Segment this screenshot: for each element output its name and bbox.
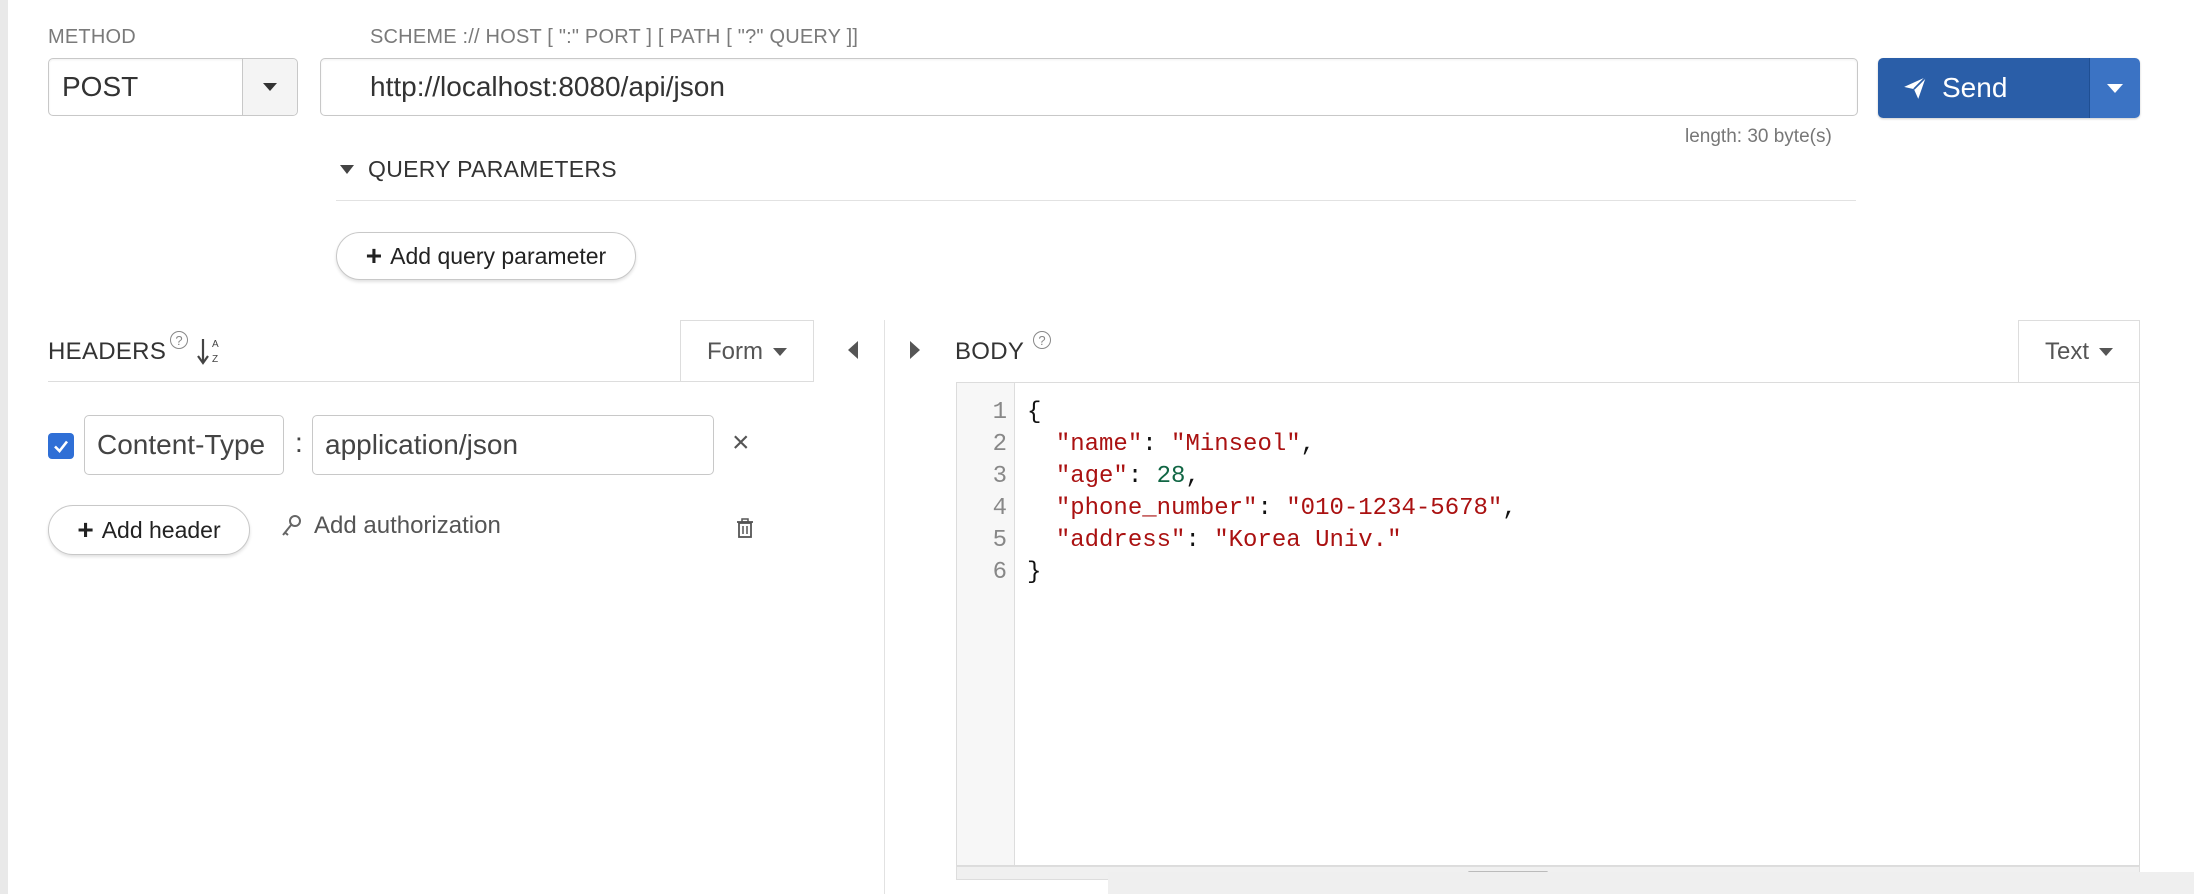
- query-parameters-title: QUERY PARAMETERS: [368, 156, 617, 182]
- json-key: "phone_number": [1055, 495, 1258, 522]
- url-input[interactable]: http://localhost:8080/api/json: [320, 58, 1858, 116]
- add-query-parameter-button[interactable]: + Add query parameter: [336, 232, 636, 280]
- panel-divider[interactable]: [884, 320, 885, 894]
- sort-alpha-icon[interactable]: A Z: [197, 336, 223, 366]
- json-number-value: 28: [1156, 463, 1186, 490]
- headers-mode-dropdown[interactable]: Form: [680, 320, 814, 382]
- json-key: "age": [1055, 463, 1128, 490]
- json-string-value: "Minseol": [1171, 431, 1301, 458]
- line-number: 6: [992, 559, 1007, 586]
- line-number: 2: [992, 431, 1007, 458]
- chevron-down-icon: [2099, 347, 2113, 356]
- line-number: 5: [992, 527, 1007, 554]
- paper-plane-icon: [1904, 76, 1927, 99]
- send-button[interactable]: Send: [1878, 58, 2090, 118]
- body-code-editor[interactable]: 1 { 2 "name": "Minseol", 3 "age": 28, 4 …: [956, 382, 2140, 866]
- json-key: "name": [1055, 431, 1143, 458]
- line-number: 3: [992, 463, 1007, 490]
- chevron-down-icon: [263, 83, 277, 91]
- code-line: 6 }: [957, 557, 2139, 589]
- headers-title: HEADERS: [48, 338, 167, 365]
- chevron-down-icon: [773, 347, 787, 356]
- body-mode-dropdown[interactable]: Text: [2018, 320, 2140, 382]
- help-icon[interactable]: ?: [170, 331, 188, 349]
- add-query-parameter-label: Add query parameter: [390, 242, 607, 269]
- plus-icon: +: [365, 240, 383, 271]
- code-text: }: [1027, 559, 1042, 586]
- body-mode-label: Text: [2044, 337, 2089, 365]
- chevron-down-icon: [2107, 83, 2124, 93]
- code-line: 5 "address": "Korea Univ.": [957, 525, 2139, 557]
- svg-text:A: A: [212, 339, 219, 350]
- plus-icon: +: [77, 514, 94, 545]
- key-icon: [282, 515, 301, 536]
- bottom-panel-edge: [1108, 872, 2194, 894]
- line-number: 1: [992, 399, 1007, 426]
- code-line: 4 "phone_number": "010-1234-5678",: [957, 493, 2139, 525]
- json-key: "address": [1055, 527, 1186, 554]
- code-line: 1 {: [957, 397, 2139, 429]
- json-string-value: "Korea Univ.": [1214, 527, 1402, 554]
- send-label: Send: [1942, 72, 2008, 103]
- collapse-left-icon[interactable]: [848, 341, 858, 359]
- svg-text:Z: Z: [212, 354, 218, 365]
- json-string-value: "010-1234-5678": [1286, 495, 1503, 522]
- header-value-input[interactable]: application/json: [312, 415, 714, 475]
- add-authorization-label: Add authorization: [314, 512, 501, 539]
- expand-right-icon[interactable]: [910, 341, 920, 359]
- trash-icon[interactable]: [735, 517, 755, 539]
- query-parameters-toggle[interactable]: QUERY PARAMETERS: [340, 156, 617, 183]
- code-line: 2 "name": "Minseol",: [957, 429, 2139, 461]
- add-header-button[interactable]: + Add header: [48, 505, 250, 555]
- caret-down-icon: [340, 165, 354, 174]
- url-format-label: SCHEME :// HOST [ ":" PORT ] [ PATH [ "?…: [370, 26, 859, 48]
- check-icon: [54, 440, 69, 453]
- url-length: length: 30 byte(s): [1685, 126, 1832, 147]
- divider: [336, 200, 1856, 201]
- header-key-input[interactable]: Content-Type: [84, 415, 284, 475]
- method-value: POST: [62, 71, 139, 102]
- method-select[interactable]: POST: [48, 58, 298, 116]
- method-dropdown-toggle[interactable]: [242, 59, 297, 115]
- headers-mode-label: Form: [707, 337, 763, 365]
- help-icon[interactable]: ?: [1033, 331, 1051, 349]
- send-options-toggle[interactable]: [2089, 58, 2140, 118]
- code-line: 3 "age": 28,: [957, 461, 2139, 493]
- body-title: BODY: [955, 338, 1025, 365]
- code-text: {: [1027, 399, 1042, 426]
- remove-header-icon[interactable]: ×: [732, 428, 750, 458]
- divider: [48, 381, 814, 382]
- header-enabled-checkbox[interactable]: [48, 433, 74, 459]
- add-header-label: Add header: [101, 516, 221, 543]
- add-authorization-button[interactable]: Add authorization: [280, 512, 501, 540]
- header-separator: :: [295, 427, 303, 458]
- line-number: 4: [992, 495, 1007, 522]
- method-label: METHOD: [48, 26, 136, 48]
- send-button-group[interactable]: Send: [1878, 58, 2140, 118]
- left-panel-edge: [0, 0, 8, 894]
